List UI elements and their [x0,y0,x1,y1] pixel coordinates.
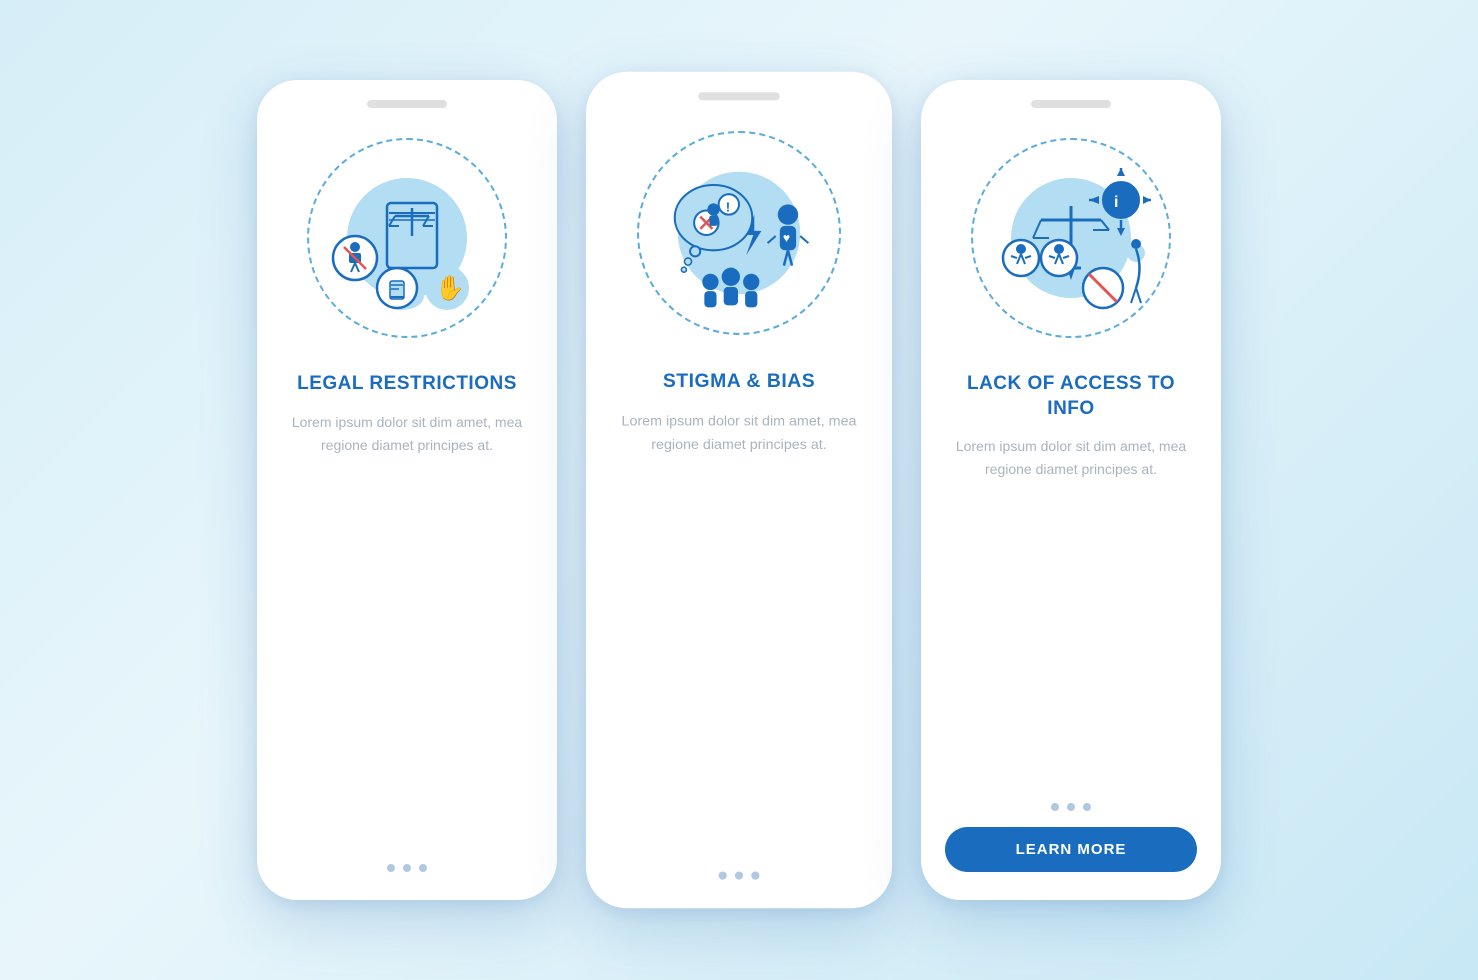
svg-text:i: i [1114,194,1118,211]
svg-text:♥: ♥ [783,231,790,245]
learn-more-button[interactable]: LEARN MORE [945,827,1197,872]
phone-notch-3 [1031,100,1111,108]
dot-6 [751,871,759,879]
phone-stigma-title: STIGMA & BIAS [663,370,815,395]
phone-icon-area-3: i [961,128,1181,348]
dot-2 [403,864,411,872]
dot-7 [1051,803,1059,811]
phone-icon-area-1: ☞ [297,128,517,348]
lack-access-icon: i [981,148,1161,328]
legal-restrictions-icon: ☞ [317,148,497,328]
dot-5 [735,871,743,879]
phone-access-wrapper: i [921,80,1221,900]
phone-notch-2 [698,92,780,100]
phone-access-desc: Lorem ipsum dolor sit dim amet, mea regi… [945,435,1197,481]
phone-icon-area-2: ♥ ! [627,121,851,345]
phones-container: ☞ [257,80,1221,900]
phone-legal: ☞ [257,80,557,900]
svg-text:✋: ✋ [435,274,465,302]
phone-legal-wrapper: ☞ [257,80,557,900]
dot-3 [419,864,427,872]
dot-4 [719,871,727,879]
phone-access-title: LACK OF ACCESS TO INFO [945,372,1197,421]
phone-stigma-wrapper: ♥ ! [586,72,892,908]
dot-9 [1083,803,1091,811]
dot-1 [387,864,395,872]
dot-8 [1067,803,1075,811]
phone-legal-desc: Lorem ipsum dolor sit dim amet, mea regi… [281,411,533,457]
phone-notch-1 [367,100,447,108]
phone-stigma: ♥ ! [586,72,892,908]
phone-legal-dots [387,840,427,872]
svg-text:!: ! [726,200,730,215]
phone-access-dots [1051,779,1091,811]
phone-access: i [921,80,1221,900]
phone-stigma-desc: Lorem ipsum dolor sit dim amet, mea regi… [610,409,867,456]
phone-legal-title: LEGAL RESTRICTIONS [297,372,517,397]
stigma-bias-icon: ♥ ! [647,141,831,325]
phone-stigma-dots [719,847,760,880]
